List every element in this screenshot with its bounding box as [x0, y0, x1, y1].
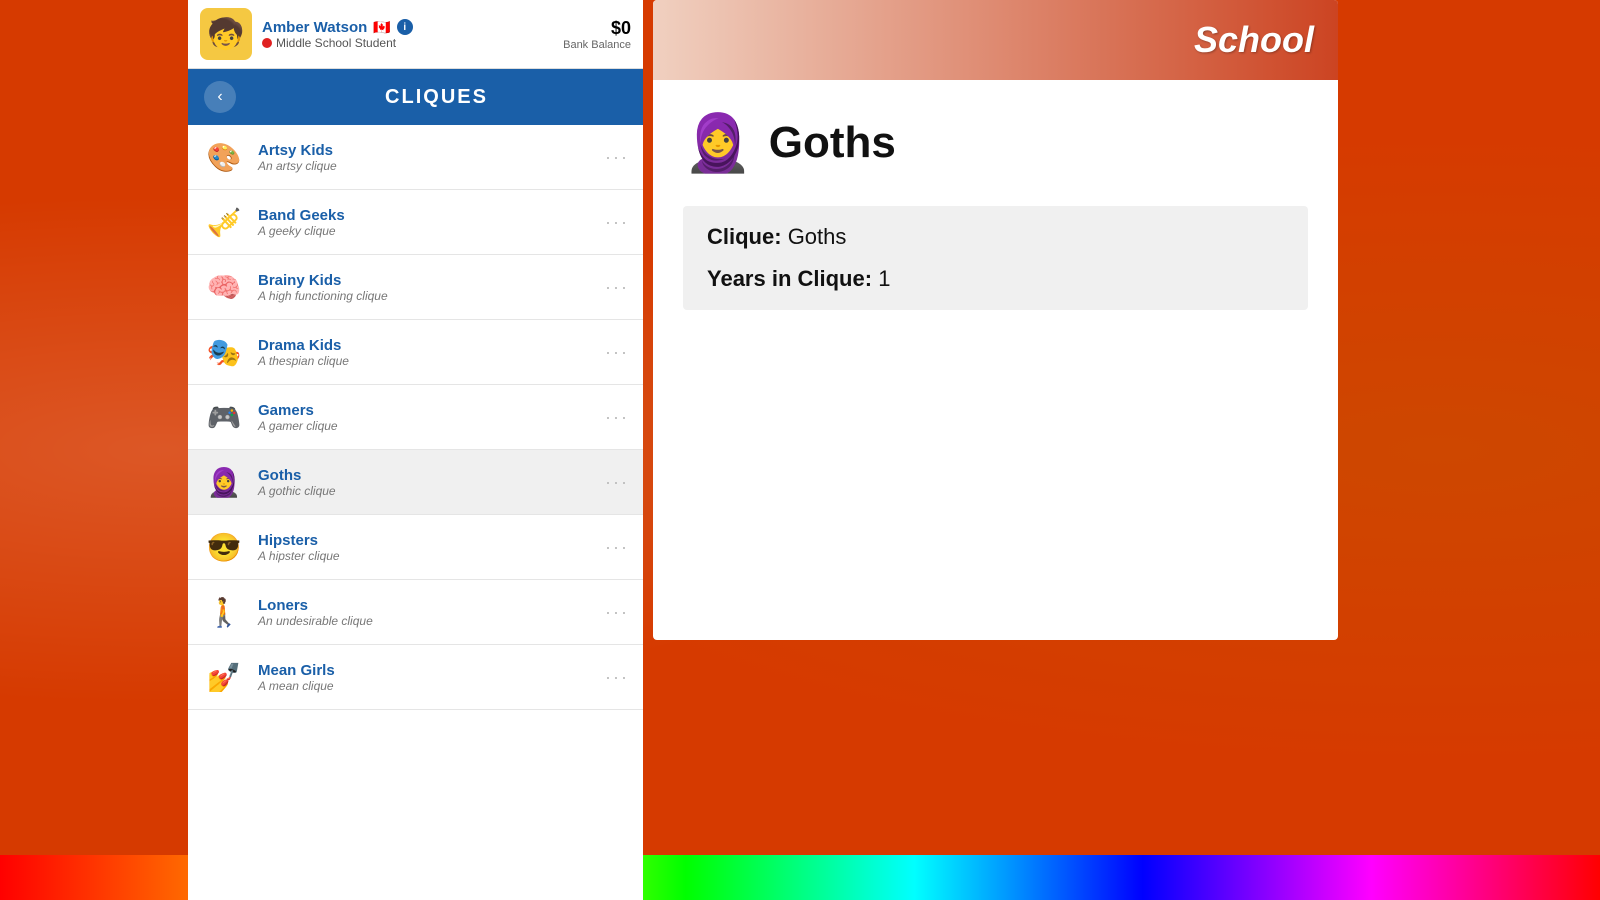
clique-item-artsy[interactable]: 🎨 Artsy Kids An artsy clique ··· [188, 125, 643, 190]
detail-header-title: School [1194, 19, 1314, 61]
clique-desc: A mean clique [258, 679, 593, 693]
clique-name: Brainy Kids [258, 272, 593, 289]
clique-emoji: 🧕 [202, 460, 246, 504]
bank-balance: $0 Bank Balance [563, 18, 631, 51]
clique-item-gamers[interactable]: 🎮 Gamers A gamer clique ··· [188, 385, 643, 450]
balance-amount: $0 [563, 18, 631, 39]
clique-emoji: 🚶 [202, 590, 246, 634]
clique-item-brainy[interactable]: 🧠 Brainy Kids A high functioning clique … [188, 255, 643, 320]
clique-label: Clique: [707, 224, 782, 249]
clique-desc: A high functioning clique [258, 289, 593, 303]
clique-options-button[interactable]: ··· [605, 537, 629, 558]
detail-clique-emoji: 🧕 [683, 110, 753, 176]
clique-emoji: 🎺 [202, 200, 246, 244]
main-container: 🧒 Amber Watson 🇨🇦 i Middle School Studen… [188, 0, 1338, 900]
clique-options-button[interactable]: ··· [605, 342, 629, 363]
years-label: Years in Clique: [707, 266, 872, 291]
detail-clique-header: 🧕 Goths [683, 110, 1308, 176]
user-header: 🧒 Amber Watson 🇨🇦 i Middle School Studen… [188, 0, 643, 69]
cliques-title: CLIQUES [246, 86, 627, 109]
years-value: 1 [878, 266, 890, 291]
clique-options-button[interactable]: ··· [605, 667, 629, 688]
clique-name: Loners [258, 597, 593, 614]
clique-emoji: 🎨 [202, 135, 246, 179]
clique-text: Artsy Kids An artsy clique [258, 142, 593, 173]
clique-emoji: 😎 [202, 525, 246, 569]
clique-desc: A hipster clique [258, 549, 593, 563]
clique-name: Band Geeks [258, 207, 593, 224]
clique-item-loners[interactable]: 🚶 Loners An undesirable clique ··· [188, 580, 643, 645]
back-button[interactable]: ‹ [204, 81, 236, 113]
clique-name: Gamers [258, 402, 593, 419]
clique-desc: A thespian clique [258, 354, 593, 368]
clique-item-goths[interactable]: 🧕 Goths A gothic clique ··· [188, 450, 643, 515]
status-dot [262, 38, 272, 48]
clique-name: Hipsters [258, 532, 593, 549]
clique-item-hipsters[interactable]: 😎 Hipsters A hipster clique ··· [188, 515, 643, 580]
clique-text: Hipsters A hipster clique [258, 532, 593, 563]
clique-text: Drama Kids A thespian clique [258, 337, 593, 368]
clique-text: Goths A gothic clique [258, 467, 593, 498]
clique-emoji: 💅 [202, 655, 246, 699]
clique-text: Mean Girls A mean clique [258, 662, 593, 693]
info-icon[interactable]: i [397, 19, 413, 35]
clique-options-button[interactable]: ··· [605, 602, 629, 623]
left-panel: 🧒 Amber Watson 🇨🇦 i Middle School Studen… [188, 0, 643, 900]
clique-options-button[interactable]: ··· [605, 277, 629, 298]
cliques-header: ‹ CLIQUES [188, 69, 643, 125]
user-info: Amber Watson 🇨🇦 i Middle School Student [262, 19, 553, 50]
clique-options-button[interactable]: ··· [605, 212, 629, 233]
clique-emoji: 🧠 [202, 265, 246, 309]
clique-emoji: 🎮 [202, 395, 246, 439]
clique-item-drama[interactable]: 🎭 Drama Kids A thespian clique ··· [188, 320, 643, 385]
user-name-row: Amber Watson 🇨🇦 i [262, 19, 553, 36]
clique-text: Brainy Kids A high functioning clique [258, 272, 593, 303]
clique-item-band[interactable]: 🎺 Band Geeks A geeky clique ··· [188, 190, 643, 255]
clique-name: Mean Girls [258, 662, 593, 679]
clique-list[interactable]: 🎨 Artsy Kids An artsy clique ··· 🎺 Band … [188, 125, 643, 900]
detail-header: School [653, 0, 1338, 80]
clique-text: Band Geeks A geeky clique [258, 207, 593, 238]
clique-name: Artsy Kids [258, 142, 593, 159]
clique-name: Goths [258, 467, 593, 484]
years-info-row: Years in Clique: 1 [707, 266, 1284, 292]
clique-text: Loners An undesirable clique [258, 597, 593, 628]
clique-desc: An undesirable clique [258, 614, 593, 628]
user-name: Amber Watson [262, 19, 367, 36]
clique-info-row: Clique: Goths [707, 224, 1284, 250]
flag-icon: 🇨🇦 [373, 19, 390, 36]
clique-name: Drama Kids [258, 337, 593, 354]
avatar: 🧒 [200, 8, 252, 60]
balance-label: Bank Balance [563, 39, 631, 51]
detail-body: 🧕 Goths Clique: Goths Years in Clique: 1 [653, 80, 1338, 330]
detail-info-box: Clique: Goths Years in Clique: 1 [683, 206, 1308, 310]
clique-desc: A geeky clique [258, 224, 593, 238]
clique-desc: An artsy clique [258, 159, 593, 173]
clique-options-button[interactable]: ··· [605, 407, 629, 428]
clique-options-button[interactable]: ··· [605, 472, 629, 493]
clique-emoji: 🎭 [202, 330, 246, 374]
clique-value: Goths [788, 224, 847, 249]
user-role: Middle School Student [262, 36, 553, 50]
right-panel: School 🧕 Goths Clique: Goths Years in Cl… [653, 0, 1338, 640]
clique-options-button[interactable]: ··· [605, 147, 629, 168]
clique-item-mean_girls[interactable]: 💅 Mean Girls A mean clique ··· [188, 645, 643, 710]
detail-clique-name: Goths [769, 118, 896, 168]
clique-desc: A gothic clique [258, 484, 593, 498]
clique-text: Gamers A gamer clique [258, 402, 593, 433]
clique-desc: A gamer clique [258, 419, 593, 433]
